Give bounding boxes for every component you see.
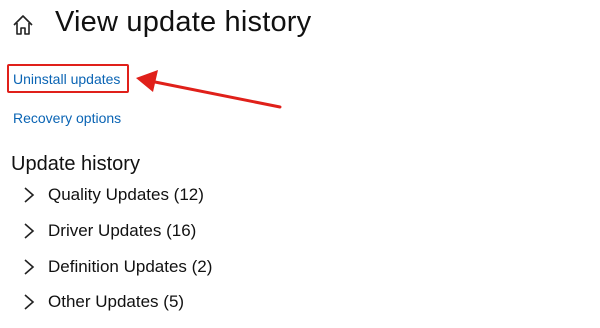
chevron-right-icon bbox=[24, 223, 35, 239]
category-definition-updates[interactable]: Definition Updates (2) bbox=[22, 252, 212, 282]
category-other-updates[interactable]: Other Updates (5) bbox=[22, 287, 184, 317]
page-title: View update history bbox=[55, 6, 312, 38]
chevron-right-icon bbox=[24, 259, 35, 275]
annotation-arrow-icon bbox=[136, 70, 282, 109]
chevron-right-icon bbox=[24, 294, 35, 310]
recovery-options-link[interactable]: Recovery options bbox=[13, 110, 121, 126]
chevron-right-icon bbox=[24, 187, 35, 203]
category-label: Quality Updates (12) bbox=[48, 185, 204, 204]
category-driver-updates[interactable]: Driver Updates (16) bbox=[22, 216, 196, 246]
category-quality-updates[interactable]: Quality Updates (12) bbox=[22, 180, 204, 210]
category-label: Other Updates (5) bbox=[48, 292, 185, 311]
category-label: Driver Updates (16) bbox=[48, 221, 197, 240]
category-label: Definition Updates (2) bbox=[48, 257, 213, 276]
update-history-heading: Update history bbox=[11, 153, 140, 175]
home-icon[interactable] bbox=[10, 12, 36, 38]
uninstall-updates-link[interactable]: Uninstall updates bbox=[13, 71, 120, 87]
